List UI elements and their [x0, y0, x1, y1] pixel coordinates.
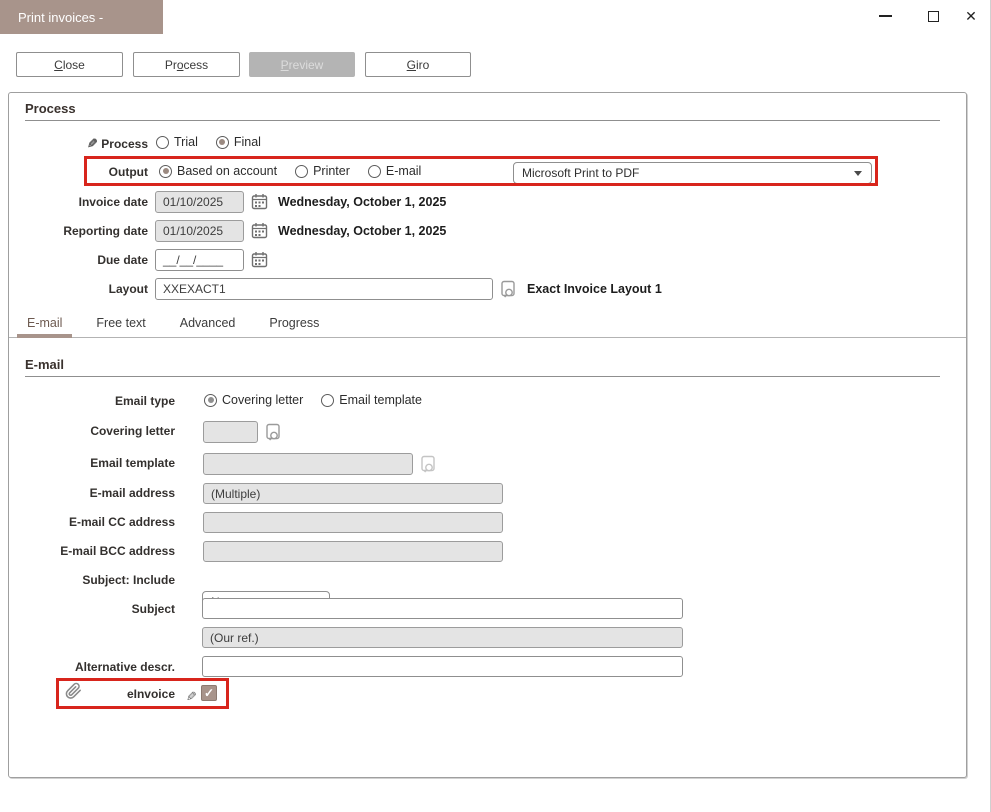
email-cc-input	[203, 512, 503, 533]
window-title: Print invoices -	[18, 10, 103, 25]
radio-based-on-account-label: Based on account	[177, 164, 277, 178]
close-button[interactable]: Close	[16, 52, 123, 77]
invoice-date-label: Invoice date	[25, 195, 148, 209]
minimize-icon	[879, 15, 892, 17]
check-icon: ✓	[204, 686, 214, 700]
layout-label: Layout	[25, 282, 148, 296]
process-button[interactable]: Process	[133, 52, 240, 77]
email-type-radio-group: Covering letter Email template	[204, 393, 422, 407]
radio-based-on-account[interactable]	[159, 165, 172, 178]
radio-final[interactable]	[216, 136, 229, 149]
alt-descr-label: Alternative descr.	[25, 660, 175, 674]
process-label: ✎ Process	[25, 136, 148, 152]
radio-email-template[interactable]	[321, 394, 334, 407]
radio-email-output[interactable]	[368, 165, 381, 178]
reporting-date-label: Reporting date	[25, 224, 148, 238]
minimize-button[interactable]	[870, 3, 900, 29]
radio-trial-label: Trial	[174, 135, 198, 149]
calendar-icon[interactable]	[251, 222, 268, 239]
giro-button[interactable]: Giro	[365, 52, 471, 77]
einvoice-label: eInvoice	[25, 687, 175, 701]
radio-email-output-label: E-mail	[386, 164, 421, 178]
print-invoices-window: Print invoices - ✕ Close Process Preview…	[0, 0, 991, 812]
our-ref-input: (Our ref.)	[202, 627, 683, 648]
radio-covering-letter[interactable]	[204, 394, 217, 407]
subject-label: Subject	[25, 602, 175, 616]
tab-progress[interactable]: Progress	[259, 309, 329, 337]
due-date-label: Due date	[25, 253, 148, 267]
printer-dropdown[interactable]: Microsoft Print to PDF	[513, 162, 872, 184]
output-label: Output	[25, 165, 148, 179]
email-bcc-label: E-mail BCC address	[25, 544, 175, 558]
invoice-date-long: Wednesday, October 1, 2025	[278, 195, 446, 209]
pencil-icon: ✎	[186, 689, 197, 705]
dropdown-caret-icon	[854, 171, 862, 176]
radio-email-template-label: Email template	[339, 393, 422, 407]
maximize-button[interactable]	[918, 3, 948, 29]
close-icon: ✕	[965, 8, 977, 25]
reporting-date-input[interactable]: 01/10/2025	[155, 220, 244, 242]
email-template-label: Email template	[25, 456, 175, 470]
layout-description: Exact Invoice Layout 1	[527, 282, 662, 296]
tab-strip: E-mail Free text Advanced Progress	[9, 309, 966, 338]
preview-button: Preview	[249, 52, 355, 77]
covering-letter-input	[203, 421, 258, 443]
process-radio-group: Trial Final	[156, 135, 261, 149]
output-radio-group: Based on account Printer E-mail	[159, 164, 421, 178]
subject-include-label: Subject: Include	[25, 573, 175, 587]
radio-printer[interactable]	[295, 165, 308, 178]
pencil-icon: ✎	[87, 136, 98, 152]
radio-final-label: Final	[234, 135, 261, 149]
subject-input[interactable]	[202, 598, 683, 619]
window-title-tab: Print invoices -	[0, 0, 163, 34]
invoice-date-input[interactable]: 01/10/2025	[155, 191, 244, 213]
radio-covering-letter-label: Covering letter	[222, 393, 303, 407]
close-window-button[interactable]: ✕	[956, 3, 986, 29]
radio-trial[interactable]	[156, 136, 169, 149]
maximize-icon	[928, 11, 939, 22]
covering-letter-label: Covering letter	[25, 424, 175, 438]
browse-icon[interactable]	[500, 280, 518, 299]
tab-free-text[interactable]: Free text	[86, 309, 155, 337]
browse-icon[interactable]	[420, 455, 438, 474]
email-group-header: E-mail	[25, 357, 940, 377]
due-date-input[interactable]: __/__/____	[155, 249, 244, 271]
email-type-label: Email type	[25, 394, 175, 408]
email-address-label: E-mail address	[25, 486, 175, 500]
process-group-header: Process	[25, 101, 940, 121]
tab-advanced[interactable]: Advanced	[170, 309, 246, 337]
alt-descr-input[interactable]	[202, 656, 683, 677]
browse-icon[interactable]	[265, 423, 283, 442]
reporting-date-long: Wednesday, October 1, 2025	[278, 224, 446, 238]
calendar-icon[interactable]	[251, 251, 268, 268]
email-bcc-input	[203, 541, 503, 562]
email-cc-label: E-mail CC address	[25, 515, 175, 529]
radio-printer-label: Printer	[313, 164, 350, 178]
email-template-input	[203, 453, 413, 475]
email-address-input: (Multiple)	[203, 483, 503, 504]
einvoice-checkbox[interactable]: ✓	[201, 685, 217, 701]
calendar-icon[interactable]	[251, 193, 268, 210]
tab-email[interactable]: E-mail	[17, 309, 72, 337]
layout-input[interactable]: XXEXACT1	[155, 278, 493, 300]
